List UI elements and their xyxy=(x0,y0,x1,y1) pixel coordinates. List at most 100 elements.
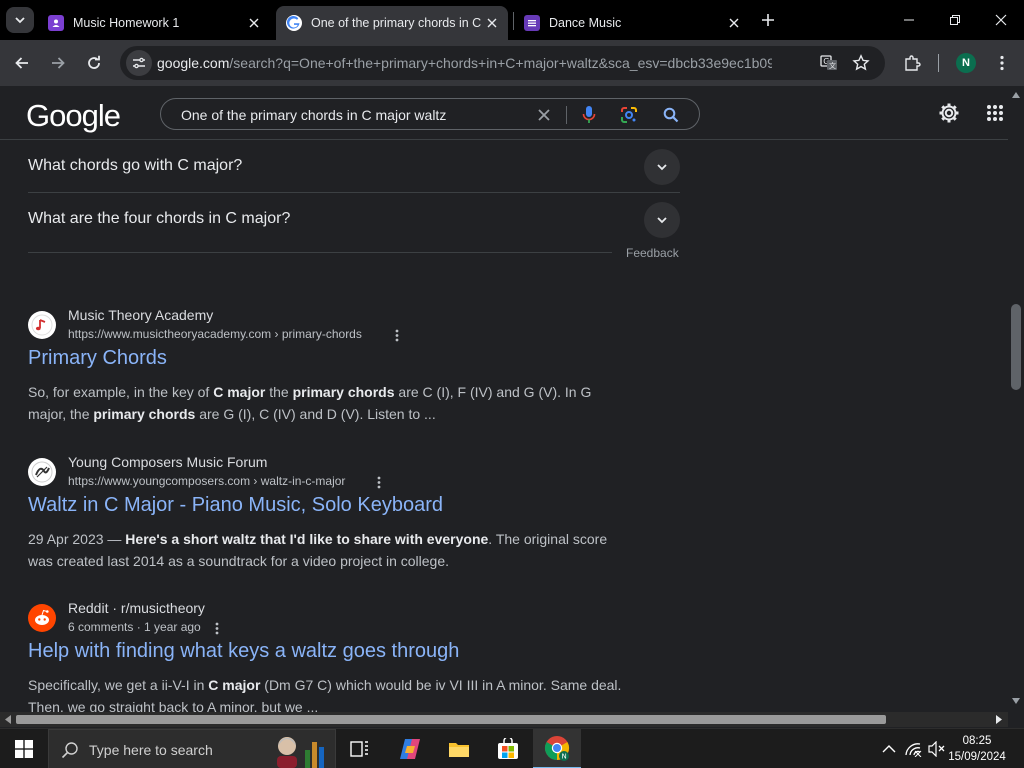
volume-muted-icon[interactable] xyxy=(926,739,948,759)
result-site-name[interactable]: Reddit · r/musictheory xyxy=(68,600,205,616)
snippet-highlight: C major xyxy=(213,384,266,400)
taskbar-search-placeholder: Type here to search xyxy=(89,742,213,758)
expand-button[interactable] xyxy=(644,149,680,185)
file-explorer-button[interactable] xyxy=(435,729,483,768)
chrome-taskbar-button[interactable]: N xyxy=(533,729,581,768)
faq-question[interactable]: What chords go with C major? xyxy=(28,157,242,175)
google-lens-icon[interactable] xyxy=(617,103,641,127)
tab-dance-music[interactable]: Dance Music xyxy=(514,6,750,40)
scroll-left-arrow-icon[interactable] xyxy=(5,715,11,724)
settings-button[interactable] xyxy=(935,99,963,127)
tab-separator xyxy=(513,12,514,30)
result-title-link[interactable]: Primary Chords xyxy=(28,347,167,370)
faq-question[interactable]: What are the four chords in C major? xyxy=(28,210,290,228)
faq-item[interactable]: What are the four chords in C major? xyxy=(28,193,680,246)
result-url[interactable]: https://www.musictheoryacademy.com › pri… xyxy=(68,327,362,341)
more-vert-icon[interactable] xyxy=(210,620,224,636)
address-bar[interactable]: google.com/search?q=One+of+the+primary+c… xyxy=(120,46,885,80)
tab-label: Music Homework 1 xyxy=(73,16,180,30)
google-logo[interactable]: Google xyxy=(26,98,121,134)
taskbar-search[interactable]: Type here to search xyxy=(48,729,336,768)
start-button[interactable] xyxy=(0,729,48,768)
reload-button[interactable] xyxy=(80,49,108,77)
browser-menu-button[interactable] xyxy=(988,49,1016,77)
url-path: /search?q=One+of+the+primary+chords+in+C… xyxy=(229,55,772,71)
search-divider xyxy=(566,106,567,124)
close-icon xyxy=(995,14,1007,26)
search-box[interactable]: One of the primary chords in C major wal… xyxy=(160,98,700,130)
snippet-text: 29 Apr 2023 — xyxy=(28,531,126,547)
extensions-button[interactable] xyxy=(898,49,926,77)
arrow-left-icon xyxy=(15,57,28,69)
result-title-link[interactable]: Waltz in C Major - Piano Music, Solo Key… xyxy=(28,494,443,517)
tab-search-button[interactable] xyxy=(6,7,34,33)
vertical-scroll-thumb[interactable] xyxy=(1011,304,1021,390)
search-icon xyxy=(61,742,78,759)
bookmark-star-icon[interactable] xyxy=(850,52,872,74)
url-text[interactable]: google.com/search?q=One+of+the+primary+c… xyxy=(157,55,772,71)
clock-time: 08:25 xyxy=(962,735,992,747)
expand-button[interactable] xyxy=(644,202,680,238)
minimize-button[interactable] xyxy=(886,0,932,40)
result-snippet: 29 Apr 2023 — Here's a short waltz that … xyxy=(28,528,628,572)
google-header: Google One of the primary chords in C ma… xyxy=(0,86,1008,140)
chevron-up-icon[interactable] xyxy=(878,739,900,759)
more-vert-icon xyxy=(1000,55,1004,71)
search-icon[interactable] xyxy=(659,103,683,127)
close-window-button[interactable] xyxy=(978,0,1024,40)
horizontal-scroll-thumb[interactable] xyxy=(16,715,886,724)
svg-text:N: N xyxy=(562,753,567,761)
chevron-down-icon xyxy=(657,217,667,224)
snippet-highlight: primary chords xyxy=(292,384,395,400)
scroll-up-arrow-icon[interactable] xyxy=(1012,92,1020,98)
result-url[interactable]: https://www.youngcomposers.com › waltz-i… xyxy=(68,474,345,488)
google-apps-button[interactable] xyxy=(981,99,1009,127)
tab-music-homework[interactable]: Music Homework 1 xyxy=(38,6,270,40)
puzzle-icon xyxy=(905,55,921,71)
chevron-down-icon xyxy=(657,164,667,171)
new-tab-button[interactable] xyxy=(756,9,780,31)
result-title-link[interactable]: Help with finding what keys a waltz goes… xyxy=(28,640,459,663)
tab-google-search[interactable]: One of the primary chords in C xyxy=(276,6,508,40)
microsoft-store-button[interactable] xyxy=(484,729,532,768)
system-clock[interactable]: 08:25 15/09/2024 xyxy=(946,733,1008,765)
search-input[interactable]: One of the primary chords in C major wal… xyxy=(181,107,446,123)
scrollbar-corner xyxy=(1008,712,1024,727)
more-vert-icon[interactable] xyxy=(372,474,386,490)
chrome-icon: N xyxy=(544,736,570,761)
apps-grid-icon xyxy=(987,105,1003,121)
more-vert-icon[interactable] xyxy=(390,327,404,343)
toolbar-divider xyxy=(938,54,939,72)
minimize-icon xyxy=(904,19,914,21)
svg-text:文: 文 xyxy=(829,61,836,70)
feedback-link[interactable]: Feedback xyxy=(626,246,679,260)
result-site-name[interactable]: Music Theory Academy xyxy=(68,307,213,323)
forward-button[interactable] xyxy=(44,49,72,77)
translate-icon[interactable]: G文 xyxy=(818,52,840,74)
close-icon[interactable] xyxy=(244,13,264,33)
scroll-right-arrow-icon[interactable] xyxy=(996,715,1002,724)
microphone-icon[interactable] xyxy=(577,103,601,127)
close-icon[interactable] xyxy=(724,13,744,33)
form-icon xyxy=(524,15,540,31)
restore-button[interactable] xyxy=(932,0,978,40)
scroll-down-arrow-icon[interactable] xyxy=(1012,698,1020,704)
horizontal-scrollbar[interactable] xyxy=(0,712,1008,727)
snippet-text: Specifically, we get a ii-V-I in xyxy=(28,677,209,693)
reddit-icon xyxy=(28,604,56,632)
back-button[interactable] xyxy=(8,49,36,77)
network-icon[interactable] xyxy=(902,739,924,759)
profile-avatar[interactable]: N xyxy=(956,53,976,73)
search-highlight-illustration-icon xyxy=(277,737,324,768)
plus-icon xyxy=(762,14,774,26)
copilot-icon xyxy=(400,739,420,759)
copilot-button[interactable] xyxy=(386,729,434,768)
faq-item[interactable]: What chords go with C major? xyxy=(28,140,680,193)
close-icon[interactable] xyxy=(482,13,502,33)
task-view-button[interactable] xyxy=(336,729,384,768)
vertical-scrollbar[interactable] xyxy=(1008,86,1024,712)
result-site-name[interactable]: Young Composers Music Forum xyxy=(68,454,267,470)
site-info-button[interactable] xyxy=(126,50,152,76)
clear-icon[interactable] xyxy=(532,103,556,127)
result-snippet: So, for example, in the key of C major t… xyxy=(28,381,628,425)
